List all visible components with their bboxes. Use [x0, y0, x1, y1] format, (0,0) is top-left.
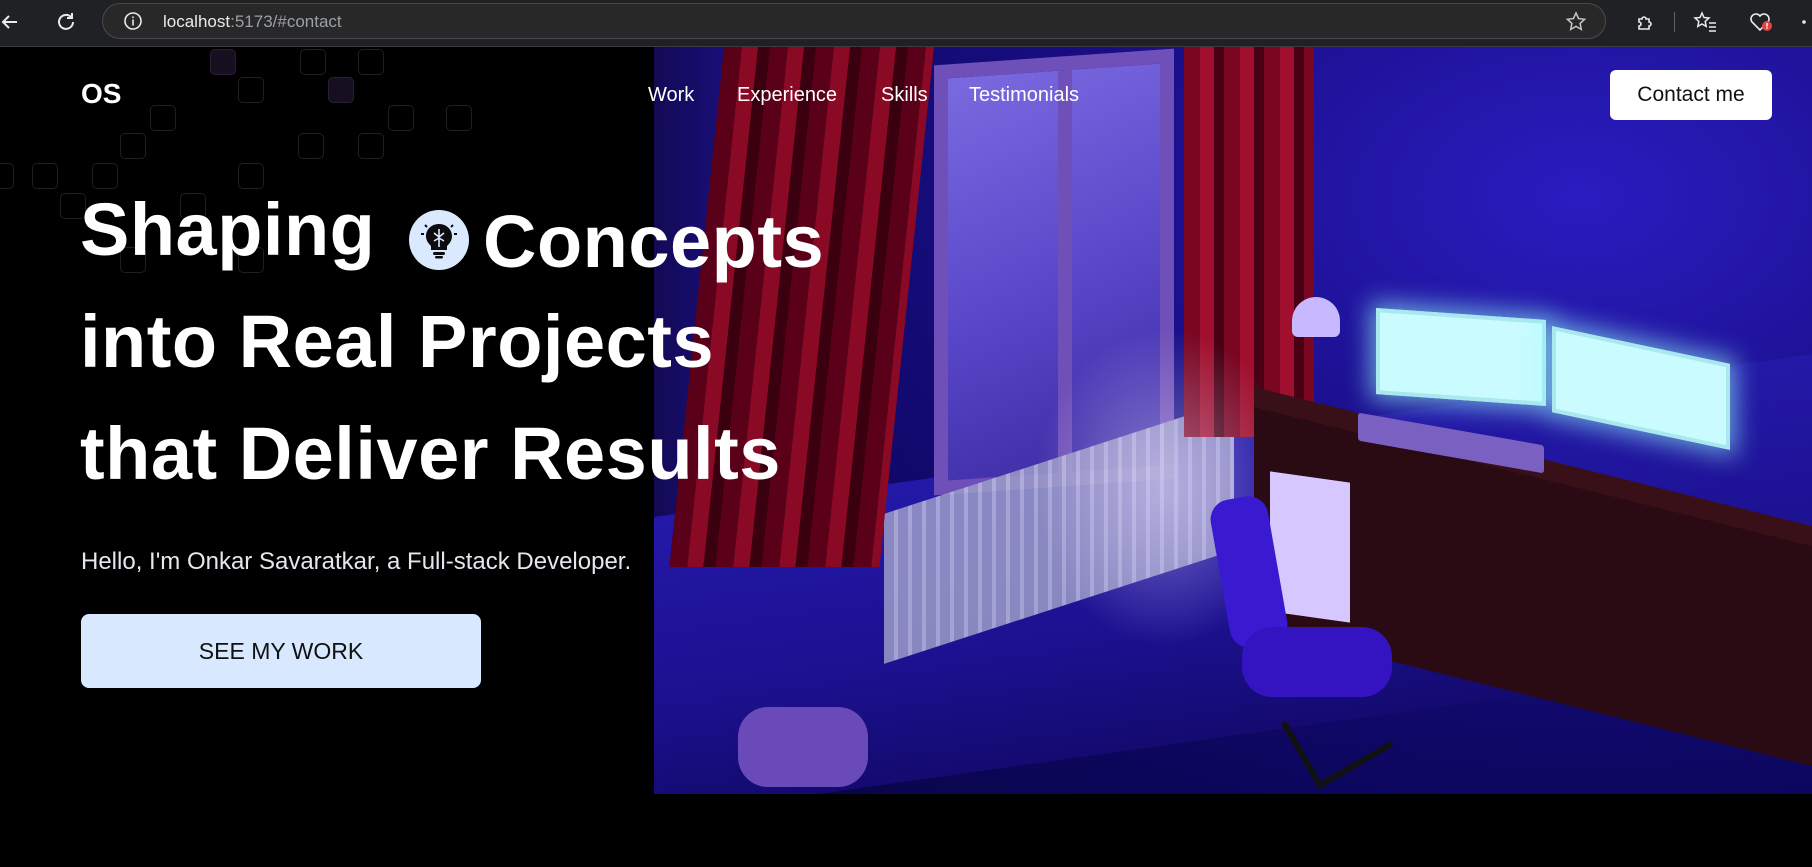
- address-bar[interactable]: localhost:5173/#contact: [102, 3, 1606, 39]
- url-text[interactable]: localhost:5173/#contact: [163, 12, 342, 32]
- reload-icon[interactable]: [52, 8, 80, 36]
- more-icon[interactable]: [1796, 9, 1812, 35]
- site-logo[interactable]: OS: [81, 78, 121, 110]
- toolbar-divider: [1674, 12, 1675, 32]
- see-my-work-button[interactable]: SEE MY WORK: [81, 614, 481, 688]
- desk-lamp: [1292, 297, 1340, 337]
- nav-link-skills[interactable]: Skills: [881, 84, 928, 107]
- lightbulb-brain-icon: [409, 210, 469, 270]
- url-path: :5173/#contact: [230, 12, 342, 31]
- browser-toolbar: localhost:5173/#contact: [0, 0, 1812, 47]
- hero-headline-line-2: into Real Projects: [80, 300, 715, 383]
- hero-headline-word-concepts: Concepts: [483, 200, 825, 283]
- back-icon[interactable]: [0, 8, 24, 36]
- hero-headline-word-shaping: Shaping: [80, 188, 376, 271]
- info-icon[interactable]: [123, 11, 143, 31]
- robot-vacuum: [738, 707, 868, 787]
- monitor-left: [1376, 308, 1546, 406]
- hero-intro-text: Hello, I'm Onkar Savaratkar, a Full-stac…: [81, 548, 632, 575]
- nav-link-testimonials[interactable]: Testimonials: [969, 84, 1079, 107]
- favorites-icon[interactable]: [1692, 9, 1718, 35]
- star-icon[interactable]: [1565, 11, 1587, 33]
- extensions-icon[interactable]: [1632, 9, 1658, 35]
- url-host: localhost: [163, 12, 231, 31]
- browser-essentials-icon[interactable]: [1748, 9, 1774, 35]
- hero-headline-line-3: that Deliver Results: [80, 412, 781, 495]
- contact-me-button[interactable]: Contact me: [1610, 70, 1772, 120]
- nav-link-experience[interactable]: Experience: [737, 84, 837, 107]
- hero-room-3d-scene: [654, 47, 1812, 794]
- portfolio-page: OS Work Experience Skills Testimonials C…: [0, 47, 1812, 867]
- nav-link-work[interactable]: Work: [648, 84, 694, 107]
